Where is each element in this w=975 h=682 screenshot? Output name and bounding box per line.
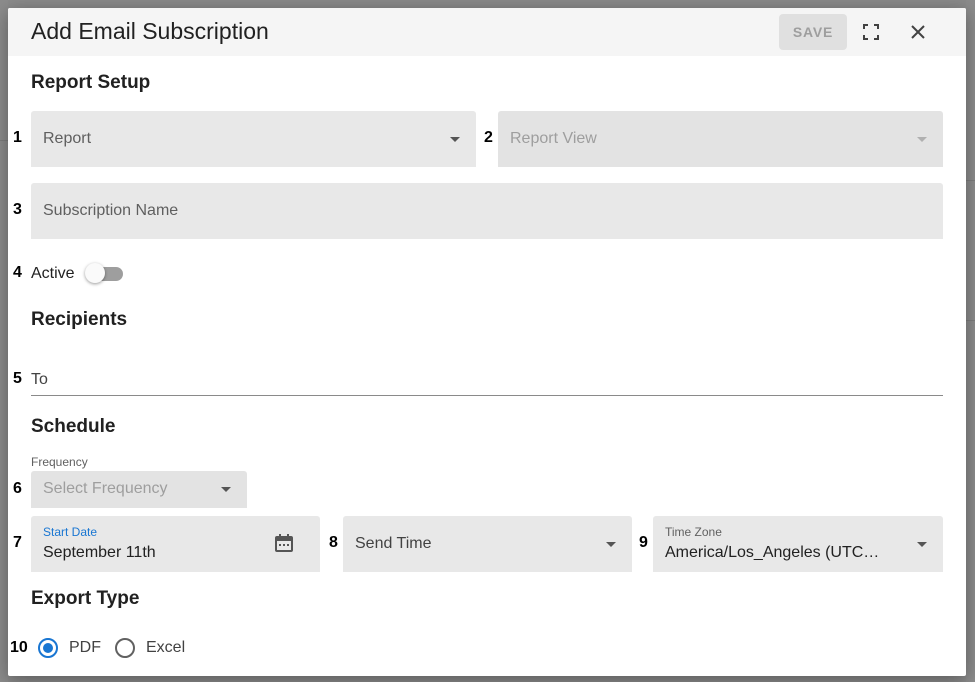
active-toggle-label: Active [31,265,75,282]
background-divider [966,320,975,321]
step-number: 9 [639,534,648,551]
section-title-export-type: Export Type [31,588,140,609]
radio-pdf-label[interactable]: PDF [69,639,101,657]
save-button[interactable]: SAVE [779,14,847,50]
frequency-select[interactable]: Select Frequency [31,471,247,508]
start-date-field[interactable]: Start Date September 11th [31,516,320,572]
subscription-name-field[interactable]: Subscription Name [31,183,943,239]
report-select[interactable]: Report [31,111,476,167]
chevron-down-icon [917,137,927,142]
background-page-left [0,0,8,682]
start-date-label: Start Date [43,525,98,539]
send-time-label: Send Time [355,535,432,552]
step-number: 3 [13,201,22,218]
chevron-down-icon [917,542,927,547]
radio-pdf[interactable] [38,638,58,658]
start-date-value: September 11th [43,544,156,561]
step-number: 8 [329,534,338,551]
report-select-label: Report [43,130,92,147]
chevron-down-icon [221,487,231,492]
report-view-select[interactable]: Report View [498,111,943,167]
close-icon[interactable] [906,20,930,44]
step-number: 10 [10,639,28,656]
section-title-schedule: Schedule [31,416,116,437]
to-field-underline[interactable] [31,395,943,396]
step-number: 2 [484,129,493,146]
dialog-header: Add Email Subscription SAVE [8,8,966,56]
chevron-down-icon [450,137,460,142]
step-number: 4 [13,264,22,281]
dialog-title: Add Email Subscription [31,18,269,44]
active-toggle-thumb[interactable] [85,263,105,283]
step-number: 5 [13,370,22,387]
radio-excel[interactable] [115,638,135,658]
send-time-select[interactable]: Send Time [343,516,632,572]
time-zone-label: Time Zone [665,525,722,539]
background-divider [966,180,975,181]
time-zone-select[interactable]: Time Zone America/Los_Angeles (UTC… [653,516,943,572]
to-field-label[interactable]: To [31,371,48,389]
add-email-subscription-dialog: Add Email Subscription SAVE Report Setup… [8,8,966,676]
section-title-report-setup: Report Setup [31,72,151,93]
chevron-down-icon [606,542,616,547]
subscription-name-placeholder: Subscription Name [43,202,179,219]
background-divider [0,140,8,141]
section-title-recipients: Recipients [31,309,128,330]
frequency-caption: Frequency [31,455,88,469]
radio-excel-label[interactable]: Excel [146,639,185,657]
step-number: 7 [13,534,22,551]
step-number: 6 [13,480,22,497]
report-view-select-label: Report View [510,130,597,147]
frequency-placeholder: Select Frequency [43,480,168,497]
fullscreen-icon[interactable] [859,20,883,44]
background-page-right [966,0,975,682]
time-zone-value: America/Los_Angeles (UTC… [665,544,880,561]
calendar-icon[interactable] [274,533,294,553]
step-number: 1 [13,129,22,146]
